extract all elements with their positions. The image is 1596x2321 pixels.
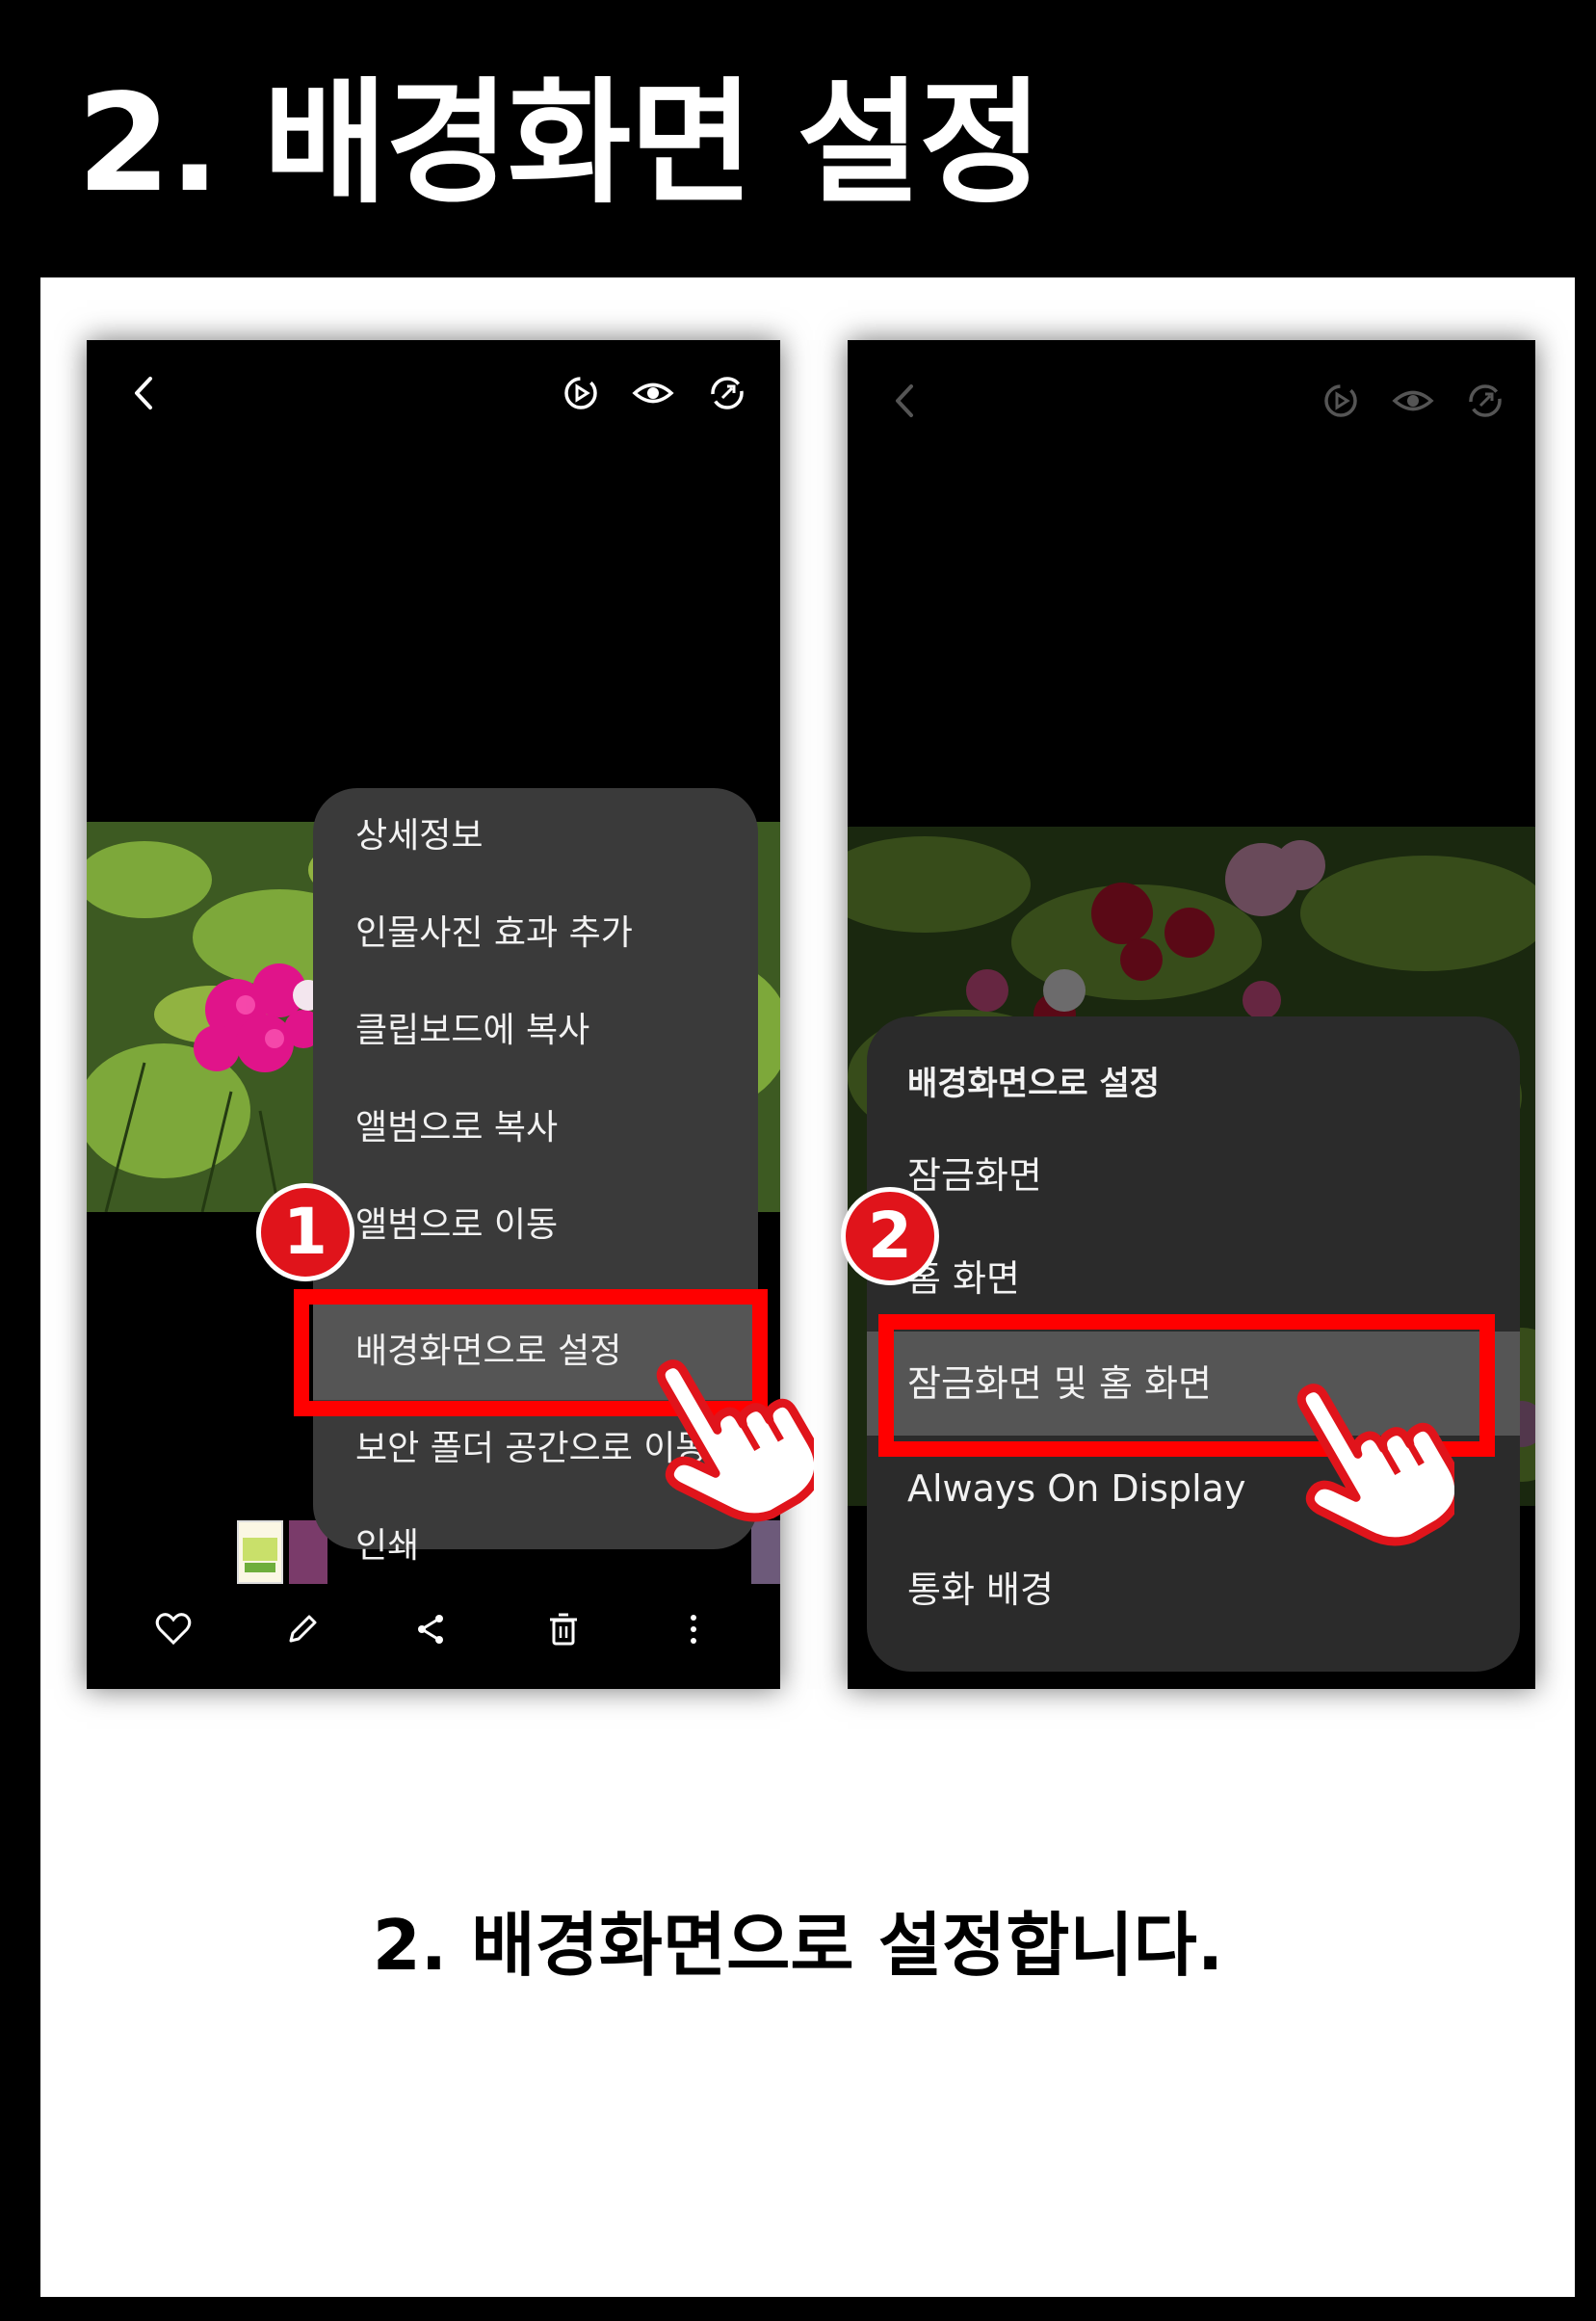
back-icon[interactable]	[886, 377, 925, 425]
trash-icon[interactable]	[544, 1610, 583, 1648]
menu-item-copy-album[interactable]: 앨범으로 복사	[313, 1080, 758, 1176]
submenu-item-lockscreen[interactable]: 잠금화면	[867, 1127, 1520, 1224]
more-options-icon[interactable]	[674, 1610, 713, 1648]
share-icon[interactable]	[412, 1610, 451, 1648]
step-badge-1: 1	[256, 1183, 354, 1281]
pointing-hand-icon	[656, 1359, 814, 1522]
heart-icon[interactable]	[154, 1610, 193, 1648]
motion-play-icon[interactable]	[557, 369, 605, 417]
back-icon[interactable]	[125, 369, 164, 417]
header: 2. 배경화면 설정	[0, 0, 1596, 277]
step-caption: 2. 배경화면으로 설정합니다.	[372, 1905, 1224, 1986]
eye-icon[interactable]	[629, 369, 677, 417]
menu-item-copy-clipboard[interactable]: 클립보드에 복사	[313, 983, 758, 1079]
bottom-action-bar	[87, 1583, 780, 1679]
submenu-item-homescreen[interactable]: 홈 화면	[867, 1230, 1520, 1327]
edit-pencil-icon[interactable]	[283, 1610, 322, 1648]
remaster-icon[interactable]	[1461, 377, 1509, 425]
submenu-item-call-background[interactable]: 통화 배경	[867, 1542, 1520, 1638]
pointing-hand-icon	[1296, 1384, 1454, 1546]
eye-icon[interactable]	[1389, 377, 1437, 425]
menu-item-move-album[interactable]: 앨범으로 이동	[313, 1177, 758, 1274]
thumbnail-selected[interactable]	[237, 1520, 283, 1584]
page-title: 2. 배경화면 설정	[77, 66, 1043, 223]
menu-item-details[interactable]: 상세정보	[313, 788, 758, 884]
motion-play-icon[interactable]	[1317, 377, 1365, 425]
submenu-title: 배경화면으로 설정	[907, 1065, 1161, 1103]
menu-item-portrait-effect[interactable]: 인물사진 효과 추가	[313, 885, 758, 982]
step-badge-2: 2	[841, 1187, 939, 1285]
remaster-icon[interactable]	[703, 369, 751, 417]
